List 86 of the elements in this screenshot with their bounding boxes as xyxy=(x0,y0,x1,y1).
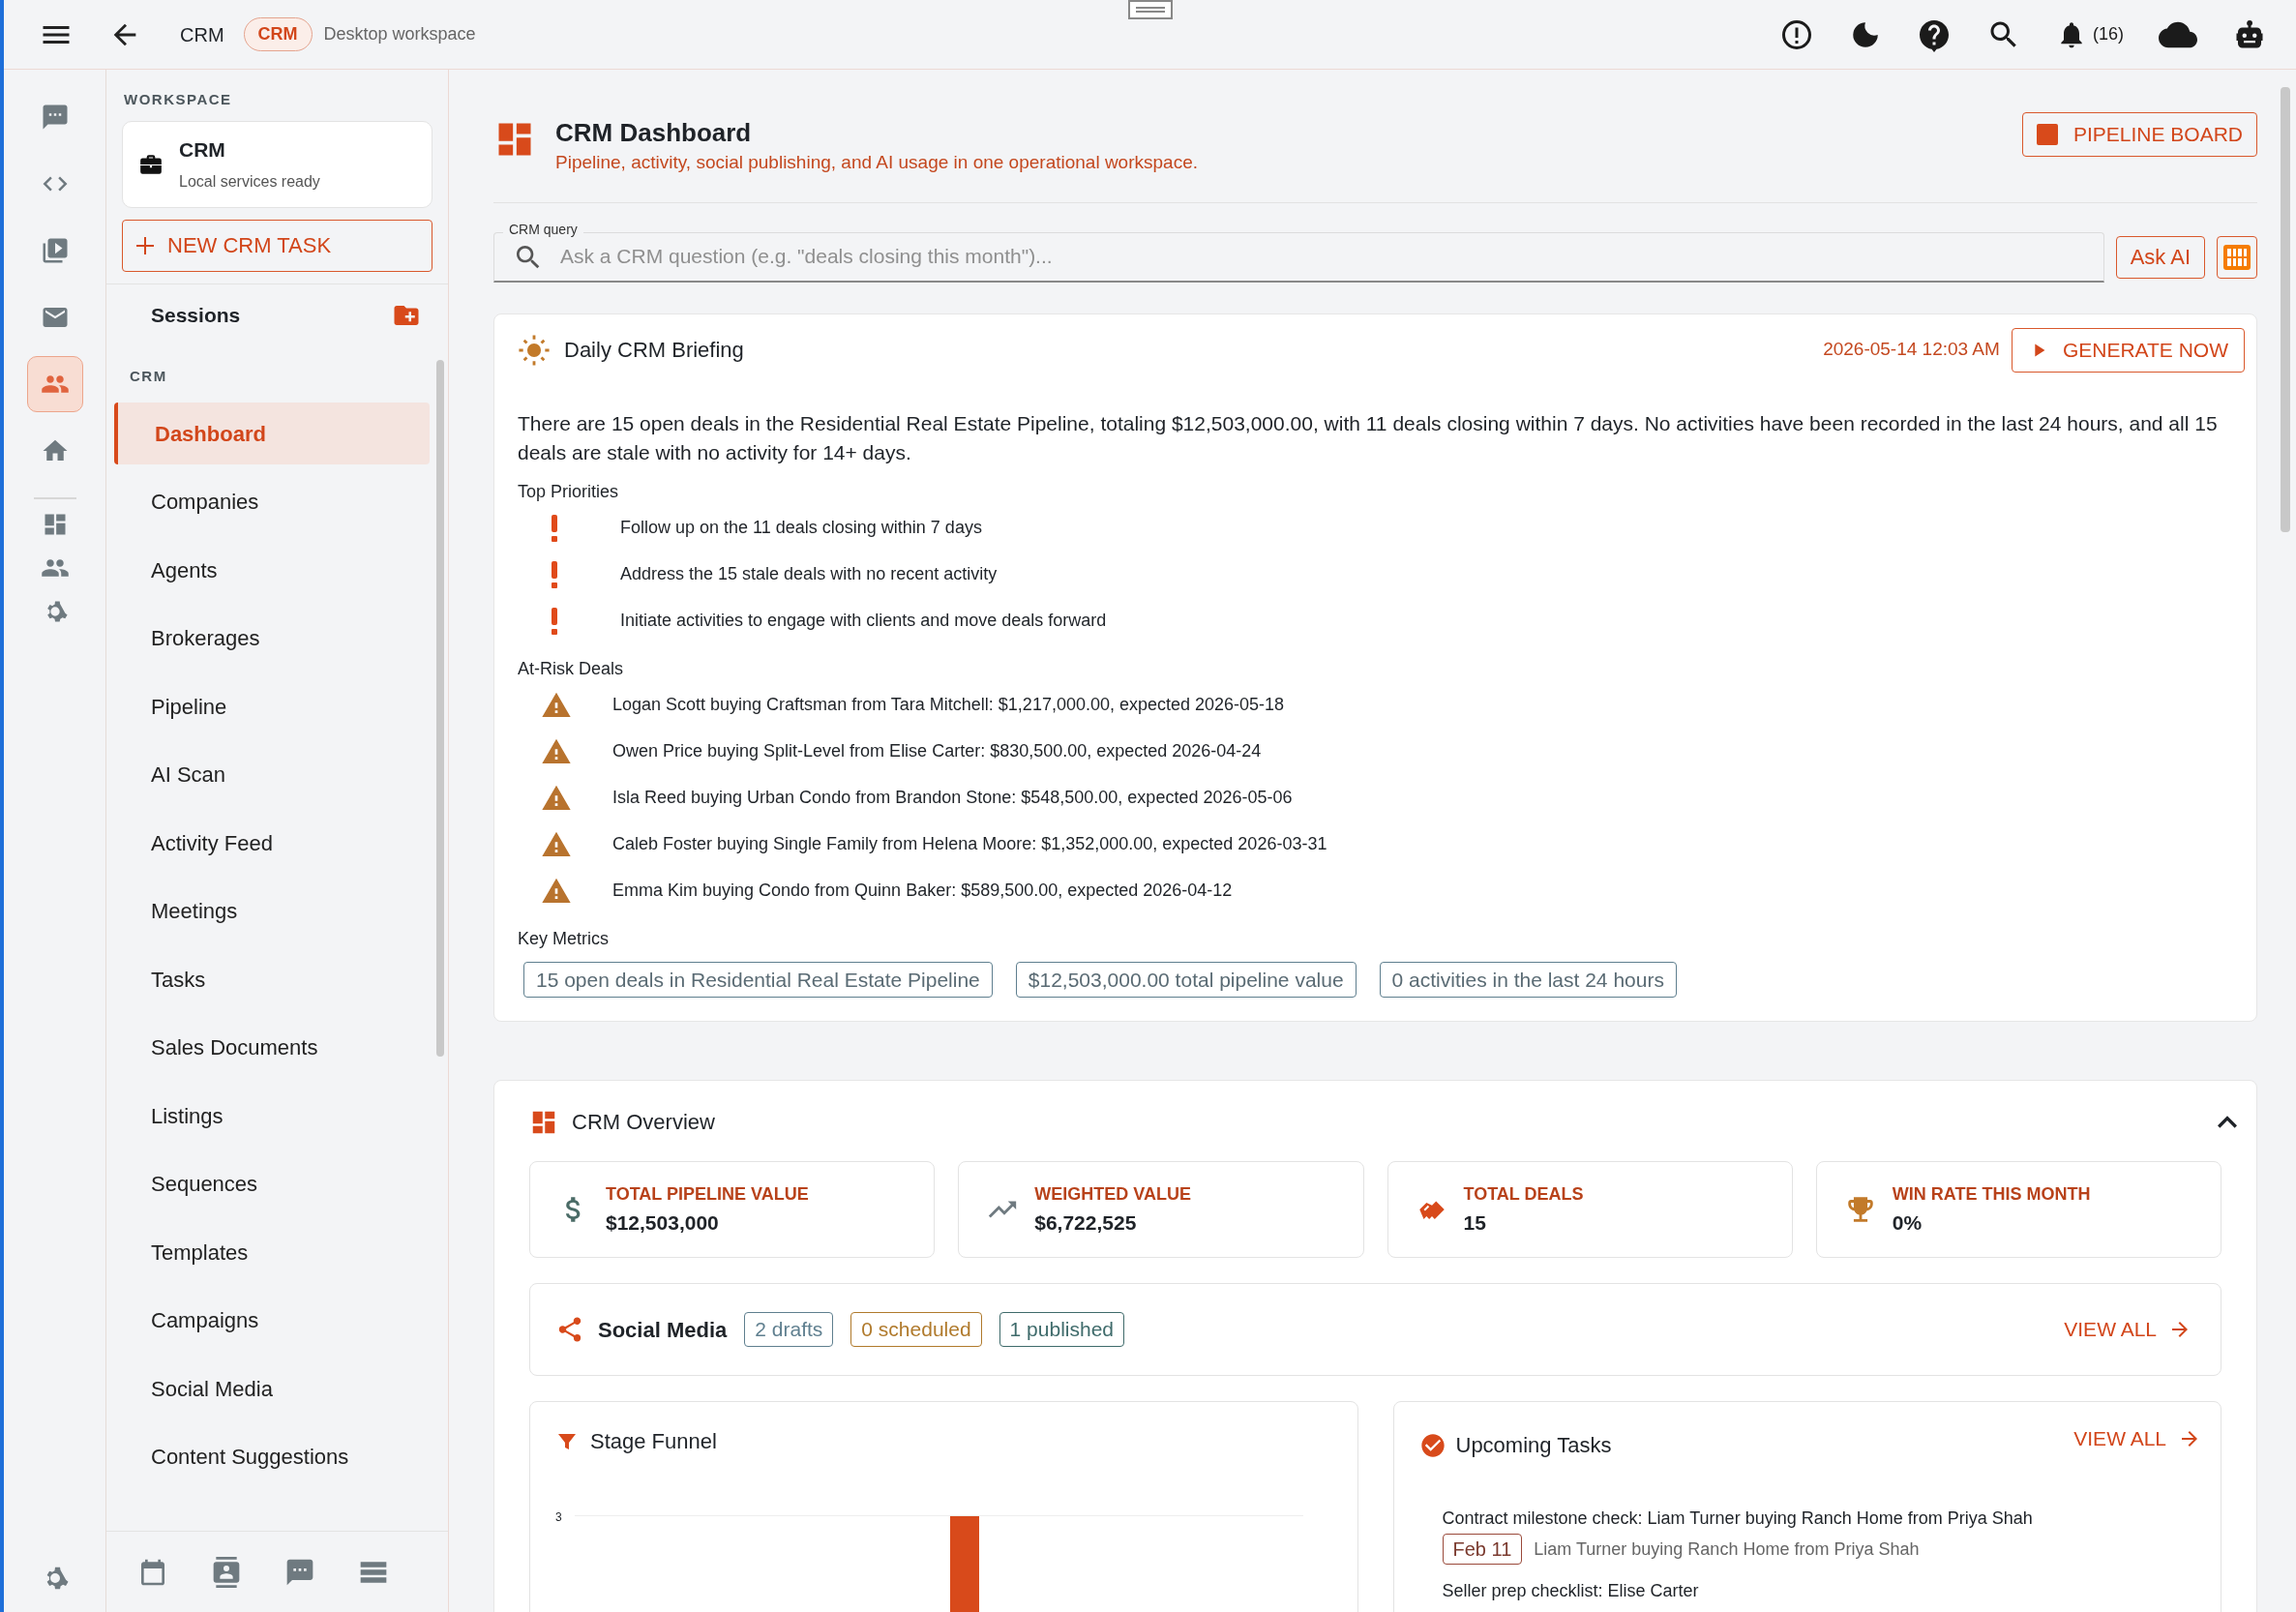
nav-item[interactable]: Dashboard xyxy=(114,403,430,464)
view-all-link[interactable]: VIEW ALL xyxy=(2064,1314,2192,1345)
nav-item[interactable]: Sales Documents xyxy=(114,1016,430,1079)
card-title: Stage Funnel xyxy=(590,1428,717,1455)
stat-label: TOTAL DEALS xyxy=(1463,1182,1584,1206)
page-title: CRM Dashboard xyxy=(555,118,753,147)
main-scrollbar[interactable] xyxy=(2281,87,2290,532)
priority-icon xyxy=(551,607,558,635)
new-task-button[interactable]: NEW CRM TASK xyxy=(122,219,432,272)
nav-item[interactable]: Content Suggestions xyxy=(114,1425,430,1488)
nav-item[interactable]: Activity Feed xyxy=(114,812,430,874)
drag-handle-icon[interactable] xyxy=(1128,0,1173,19)
nav-item[interactable]: Brokerages xyxy=(114,607,430,670)
page-subtitle: Pipeline, activity, social publishing, and AI usage in one operational workspace. xyxy=(555,151,1198,174)
deal-text: Emma Kim buying Condo from Quinn Baker: $589,500.00, expected 2026-04-12 xyxy=(612,880,1233,902)
sun-icon xyxy=(518,333,551,367)
grid-button[interactable] xyxy=(2217,235,2257,279)
nav-item[interactable]: Companies xyxy=(114,470,430,533)
calendar-grid-icon xyxy=(2223,244,2251,270)
nav-item[interactable]: Campaigns xyxy=(114,1289,430,1352)
view-all-link[interactable]: VIEW ALL xyxy=(2073,1423,2201,1454)
stat-label: WEIGHTED VALUE xyxy=(1034,1182,1191,1206)
breadcrumb-text: CRM xyxy=(180,22,224,47)
workspace-badge: CRM xyxy=(243,17,313,51)
rail-button[interactable] xyxy=(26,356,83,412)
notifications-button[interactable]: (16) xyxy=(2056,18,2124,50)
section-heading: Top Priorities xyxy=(518,480,620,503)
generate-now-button[interactable]: GENERATE NOW xyxy=(2011,327,2245,373)
stat-value: 15 xyxy=(1463,1209,1487,1236)
pipeline-board-button[interactable]: PIPELINE BOARD xyxy=(2021,112,2257,157)
status-tag: 0 scheduled xyxy=(850,1312,982,1347)
nav-item[interactable]: Pipeline xyxy=(114,675,430,737)
priority-text: Initiate activities to engage with clients and move deals forward xyxy=(620,610,1107,632)
section-label: CRM xyxy=(129,366,168,386)
nav-item[interactable]: Meetings xyxy=(114,880,430,942)
ask-ai-button[interactable]: Ask AI xyxy=(2115,235,2205,279)
collapse-button[interactable] xyxy=(2218,1116,2237,1128)
stat-value: $6,722,525 xyxy=(1034,1209,1138,1236)
status-tag: 1 published xyxy=(999,1312,1124,1347)
nav-item[interactable]: Templates xyxy=(114,1221,430,1283)
status-tag: 2 drafts xyxy=(744,1312,834,1347)
sessions-label: Sessions xyxy=(151,302,241,328)
priority-text: Follow up on the 11 deals closing within 7 days xyxy=(620,517,982,539)
section-label: WORKSPACE xyxy=(123,90,233,109)
priority-icon xyxy=(551,514,558,542)
chevron-icon xyxy=(2218,1116,2237,1128)
workspace-card[interactable]: CRM Local services ready xyxy=(122,120,432,208)
plus-icon xyxy=(136,236,154,254)
deal-text: Caleb Foster buying Single Family from Helena Moore: $1,352,000.00, expected 2026-03-31 xyxy=(612,833,1327,855)
card-title: Daily CRM Briefing xyxy=(564,337,744,364)
nav-item[interactable]: Sequences xyxy=(114,1152,430,1215)
metric-chip: $12,503,000.00 total pipeline value xyxy=(1015,961,1357,998)
card-title: CRM Overview xyxy=(572,1109,715,1136)
card-title: Social Media xyxy=(598,1316,728,1344)
nav-item[interactable]: Tasks xyxy=(114,948,430,1010)
sidebar-scrollbar[interactable] xyxy=(436,360,444,1057)
axis-tick-label: 3 xyxy=(555,1509,563,1526)
card-title: Upcoming Tasks xyxy=(1455,1432,1612,1459)
deal-text: Logan Scott buying Craftsman from Tara Mitchell: $1,217,000.00, expected 2026-05-18 xyxy=(612,694,1285,716)
contact-card-icon xyxy=(211,1556,242,1588)
metric-chip: 15 open deals in Residential Real Estate Pipeline xyxy=(523,961,993,998)
nav-item[interactable]: Social Media xyxy=(114,1358,430,1419)
date-chip: Feb 11 xyxy=(1442,1534,1523,1565)
workspace-name: CRM xyxy=(179,136,226,163)
stat-label: TOTAL PIPELINE VALUE xyxy=(606,1182,809,1206)
stat-value: $12,503,000 xyxy=(606,1209,720,1236)
metric-chip: 0 activities in the last 24 hours xyxy=(1379,961,1677,998)
stat-value: 0% xyxy=(1892,1209,1923,1236)
nav-item[interactable]: Listings xyxy=(114,1085,430,1147)
section-heading: Key Metrics xyxy=(518,927,611,950)
stat-label: WIN RATE THIS MONTH xyxy=(1892,1182,2091,1206)
priority-text: Address the 15 stale deals with no recent activity xyxy=(620,563,998,585)
task-title: Seller prep checklist: Elise Carter xyxy=(1442,1580,1700,1602)
nav-item[interactable]: AI Scan xyxy=(114,743,430,806)
deal-text: Isla Reed buying Urban Condo from Brandon Stone: $548,500.00, expected 2026-05-06 xyxy=(612,787,1293,809)
task-detail: Liam Turner buying Ranch Home from Priya Shah xyxy=(1534,1537,1920,1561)
nav-item[interactable]: Agents xyxy=(114,539,430,601)
workspace-status: Local services ready xyxy=(179,172,320,193)
priority-icon xyxy=(551,560,558,588)
deal-text: Owen Price buying Split-Level from Elise Carter: $830,500.00, expected 2026-04-24 xyxy=(612,740,1262,762)
timestamp: 2026-05-14 12:03 AM xyxy=(1823,338,2000,362)
briefing-summary: There are 15 open deals in the Residential Real Estate Pipeline, totaling $12,503,000.00, with 11 deals closing within 7 days. No activities have been recorded in the last 24 hours, and all 15 deals are stale with no activity for 14+ days. xyxy=(518,410,2219,465)
workspace-subtitle: Desktop workspace xyxy=(323,23,476,45)
task-title: Contract milestone check: Liam Turner buying Ranch Home from Priya Shah xyxy=(1442,1508,2034,1530)
contacts-button[interactable] xyxy=(211,1556,242,1588)
section-heading: At-Risk Deals xyxy=(518,657,625,680)
